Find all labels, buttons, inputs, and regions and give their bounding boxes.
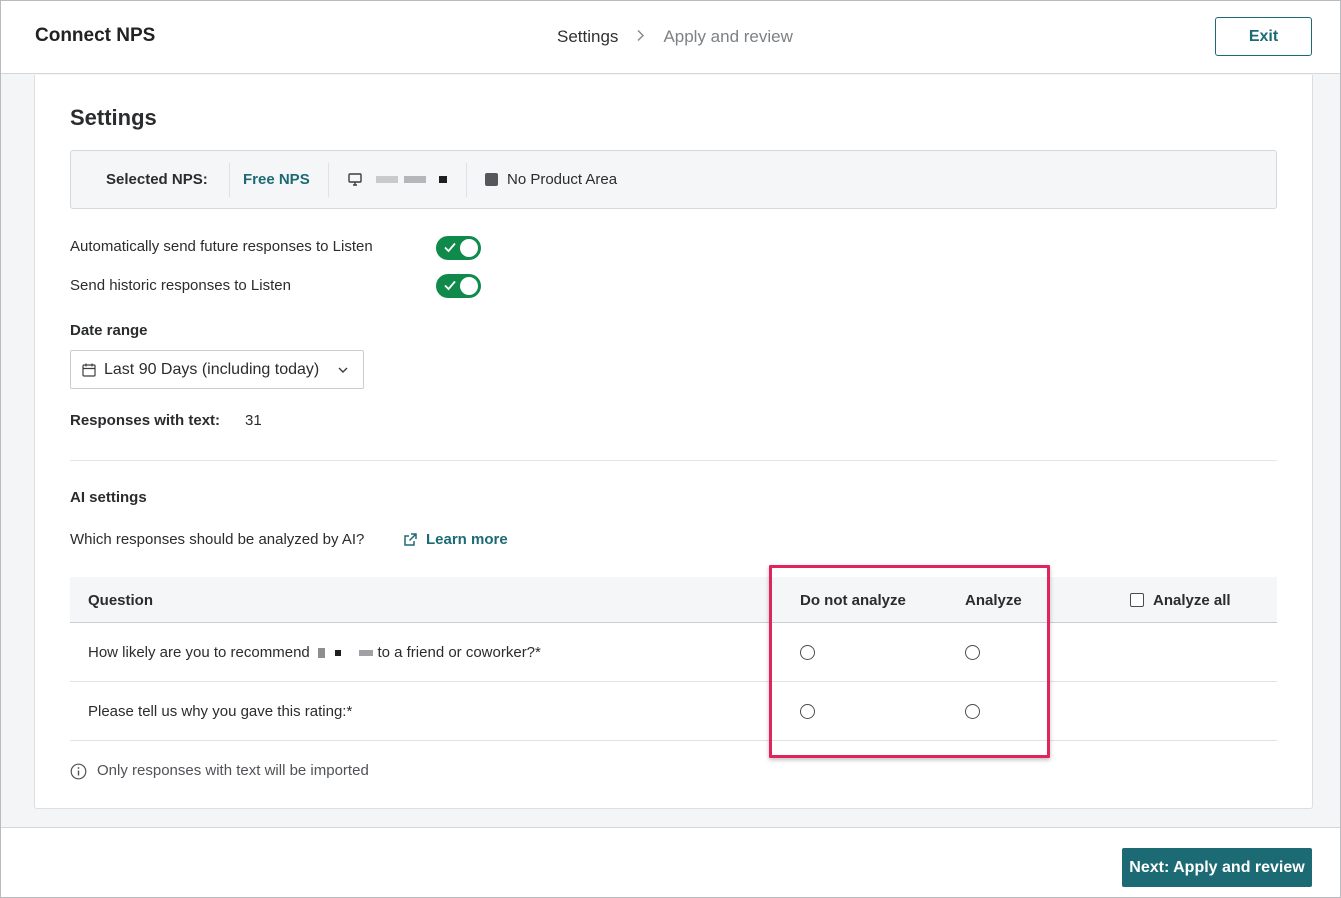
analyze-all-checkbox[interactable] <box>1130 593 1144 607</box>
question-text-start: How likely are you to recommend <box>88 644 310 661</box>
toggle-label-future: Automatically send future responses to L… <box>70 238 373 255</box>
historic-responses-toggle[interactable] <box>436 274 481 298</box>
redacted-text <box>359 650 374 656</box>
table-row: Please tell us why you gave this rating:… <box>70 682 1277 741</box>
product-area-label: No Product Area <box>507 171 618 188</box>
redacted-text <box>317 648 325 658</box>
selected-nps-name: Free NPS <box>243 171 310 188</box>
next-apply-review-button[interactable]: Next: Apply and review <box>1122 848 1312 887</box>
analyze-radio[interactable] <box>965 645 980 660</box>
date-range-label: Date range <box>70 322 148 339</box>
product-area-icon <box>485 173 498 186</box>
redacted-text <box>404 176 426 183</box>
selected-nps-label: Selected NPS: <box>106 171 208 188</box>
info-icon <box>70 763 87 780</box>
section-title: Settings <box>70 105 157 130</box>
step-settings[interactable]: Settings <box>557 27 618 47</box>
divider <box>328 163 329 197</box>
responses-with-text-value: 31 <box>245 412 262 429</box>
responses-with-text-label: Responses with text: <box>70 412 221 429</box>
future-responses-toggle[interactable] <box>436 236 481 260</box>
divider <box>466 163 467 197</box>
toggle-knob <box>460 277 478 295</box>
step-apply-review[interactable]: Apply and review <box>663 27 792 47</box>
redacted-text <box>439 176 447 183</box>
monitor-icon <box>347 171 363 187</box>
ai-question-text: Which responses should be analyzed by AI… <box>70 531 365 548</box>
do-not-analyze-radio[interactable] <box>800 645 815 660</box>
table-row: How likely are you to recommend to a fri… <box>70 623 1277 682</box>
exit-button[interactable]: Exit <box>1215 17 1312 56</box>
toggle-label-historic: Send historic responses to Listen <box>70 277 291 294</box>
calendar-icon <box>82 363 96 377</box>
scrollbar[interactable] <box>1328 75 1340 827</box>
divider <box>229 163 230 197</box>
check-icon <box>444 242 456 253</box>
redacted-text <box>376 176 398 183</box>
analyze-all-label[interactable]: Analyze all <box>1153 592 1231 609</box>
stepper: Settings Apply and review <box>557 27 793 47</box>
ai-settings-title: AI settings <box>70 489 147 506</box>
column-do-not-analyze: Do not analyze <box>800 592 906 609</box>
table-header: Question Do not analyze Analyze Analyze … <box>70 577 1277 623</box>
question-text-end: to a friend or coworker?* <box>377 644 541 661</box>
footer-bar: Next: Apply and review <box>1 827 1340 897</box>
learn-more-link[interactable]: Learn more <box>426 531 508 548</box>
question-text: How likely are you to recommend to a fri… <box>88 644 541 661</box>
ai-questions-table: Question Do not analyze Analyze Analyze … <box>70 577 1277 741</box>
column-question: Question <box>88 592 154 609</box>
app-title: Connect NPS <box>35 25 156 46</box>
date-range-select[interactable]: Last 90 Days (including today) <box>70 350 364 389</box>
toggle-knob <box>460 239 478 257</box>
question-text: Please tell us why you gave this rating:… <box>88 703 353 720</box>
do-not-analyze-radio[interactable] <box>800 704 815 719</box>
selected-nps-bar: Selected NPS: Free NPS No Product Area <box>70 150 1277 209</box>
import-note: Only responses with text will be importe… <box>97 762 369 779</box>
divider <box>70 460 1277 461</box>
redacted-text <box>335 650 342 656</box>
external-link-icon[interactable] <box>403 532 418 547</box>
settings-card: Settings Selected NPS: Free NPS No Produ… <box>34 75 1313 809</box>
chevron-right-icon <box>636 29 645 46</box>
chevron-down-icon <box>338 367 348 373</box>
date-range-value: Last 90 Days (including today) <box>104 361 320 378</box>
check-icon <box>444 280 456 291</box>
analyze-radio[interactable] <box>965 704 980 719</box>
column-analyze: Analyze <box>965 592 1022 609</box>
top-bar: Connect NPS Settings Apply and review Ex… <box>1 1 1340 74</box>
